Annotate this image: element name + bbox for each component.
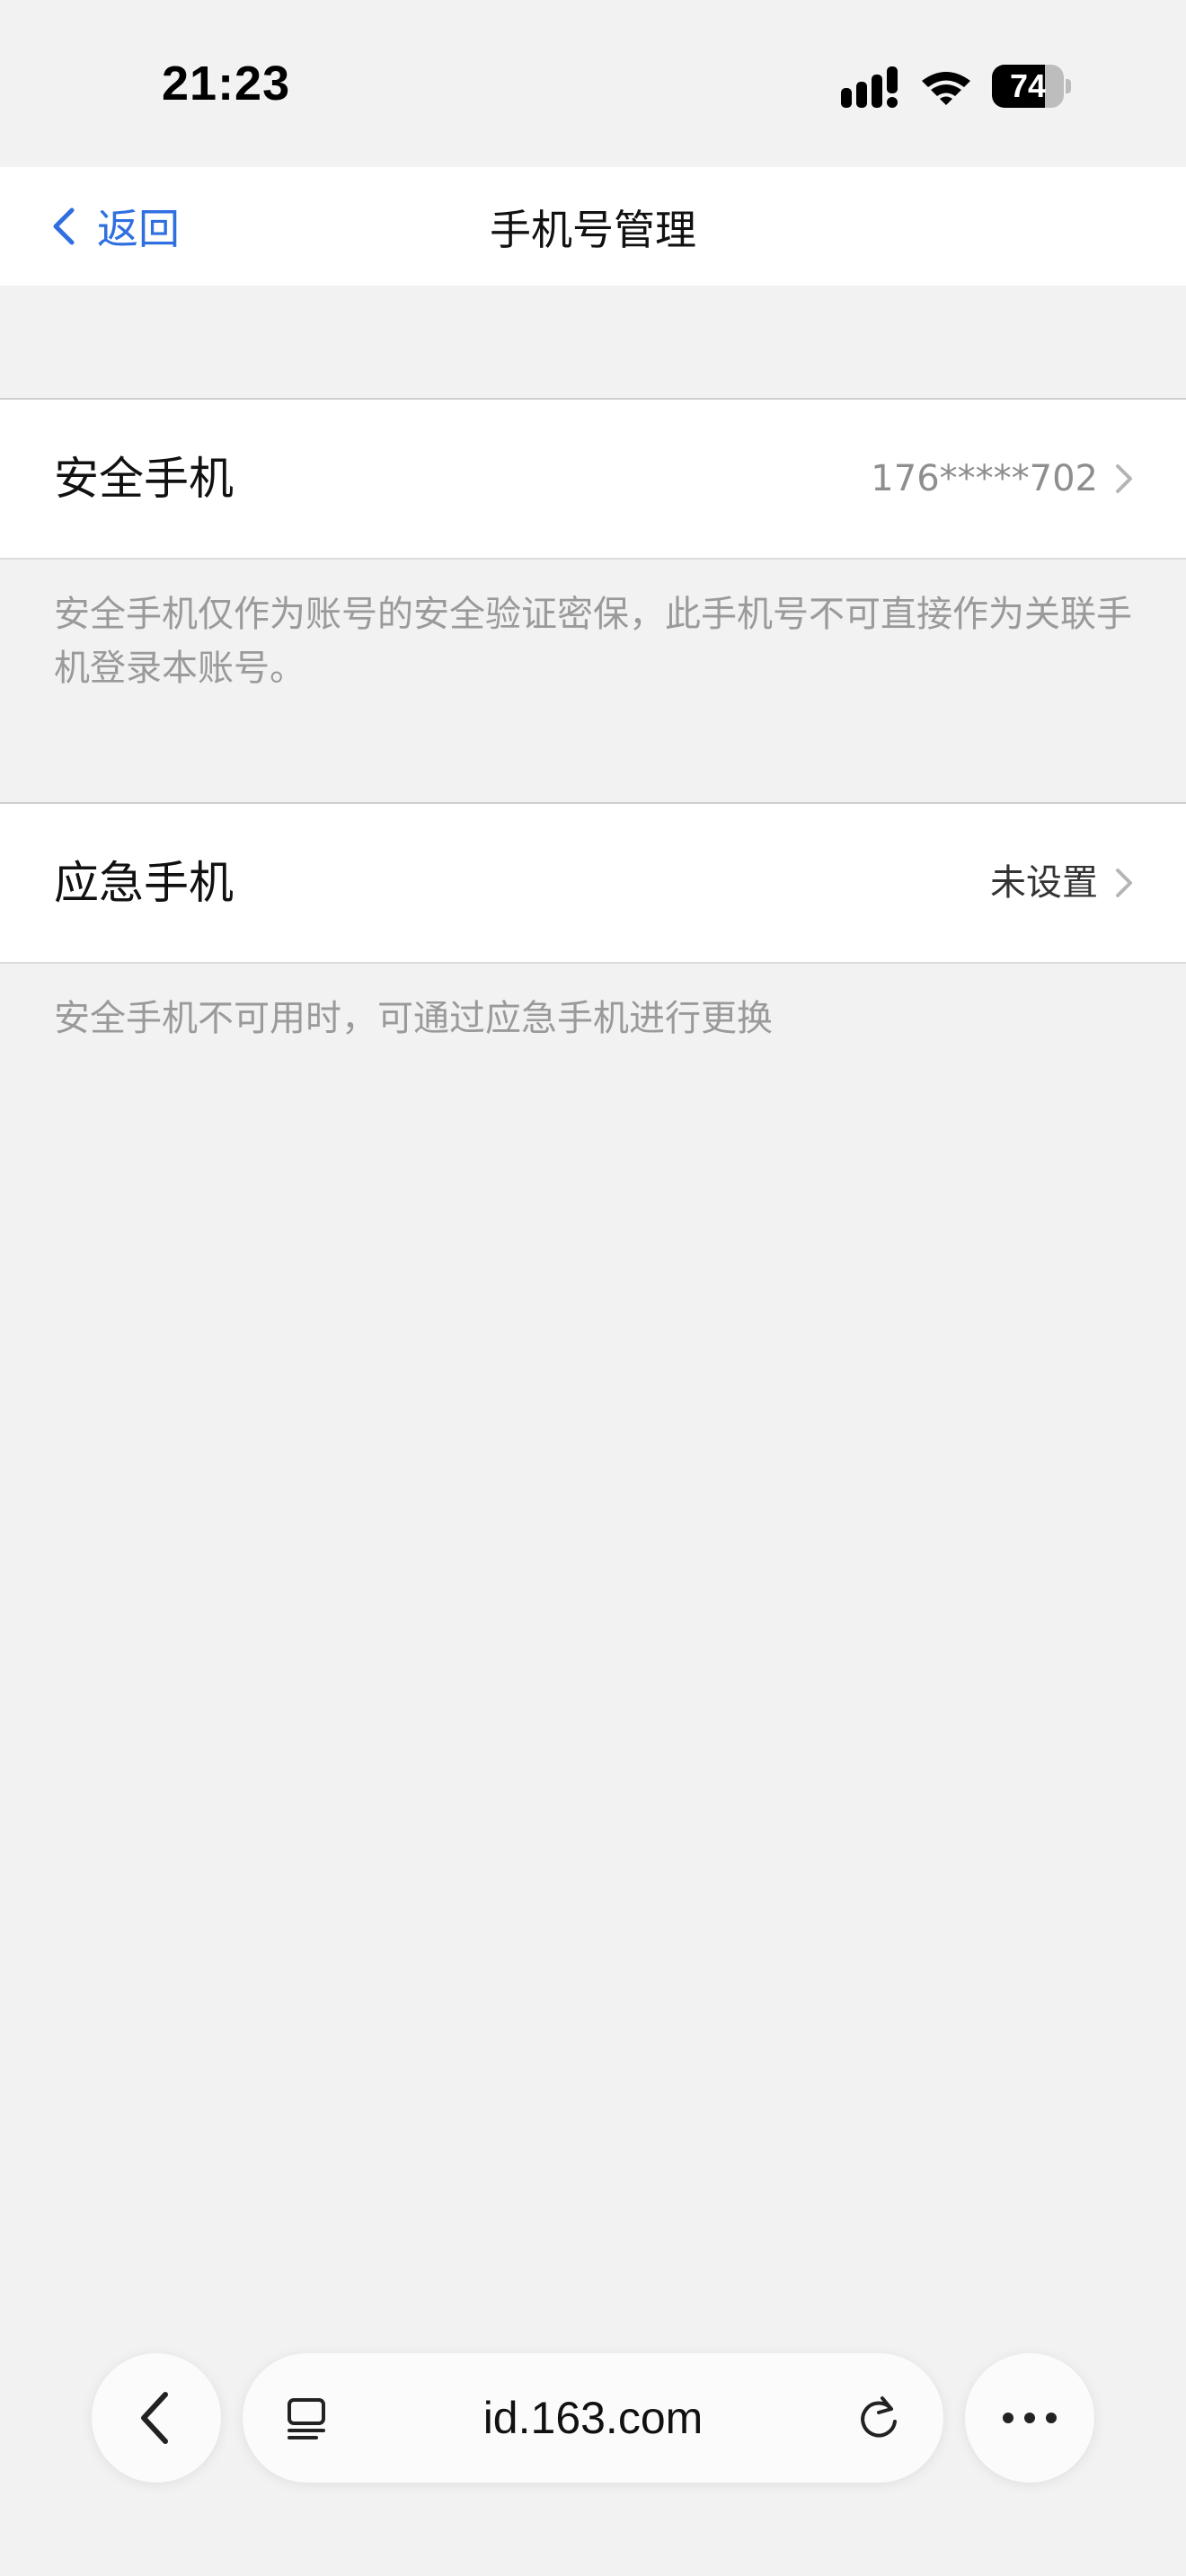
- browser-back-button[interactable]: [92, 2353, 221, 2483]
- status-time: 21:23: [162, 57, 291, 110]
- signal-icon: [841, 66, 898, 108]
- reload-icon[interactable]: [852, 2391, 906, 2445]
- battery-percent: 74: [1009, 67, 1047, 104]
- more-icon: [1003, 2413, 1057, 2423]
- emergency-phone-note: 安全手机不可用时，可通过应急手机进行更换: [54, 998, 773, 1039]
- security-phone-value: 176*****702: [871, 458, 1098, 499]
- url-text[interactable]: id.163.com: [377, 2353, 809, 2483]
- address-bar[interactable]: id.163.com: [243, 2353, 943, 2483]
- wifi-icon: [922, 72, 970, 105]
- tabs-icon[interactable]: [280, 2391, 334, 2445]
- emergency-phone-label: 应急手机: [54, 857, 234, 909]
- status-bar: 21:23 74: [0, 0, 1186, 167]
- chevron-right-icon: [1116, 869, 1132, 897]
- security-phone-row[interactable]: 安全手机 176*****702: [0, 398, 1186, 560]
- battery-body: 74: [992, 65, 1064, 108]
- security-phone-note: 安全手机仅作为账号的安全验证密保，此手机号不可直接作为关联手机登录本账号。: [54, 594, 1132, 689]
- nav-bar: 返回 手机号管理: [0, 167, 1186, 286]
- security-phone-label: 安全手机: [54, 453, 234, 505]
- back-icon: [141, 2392, 168, 2444]
- battery-cap: [1066, 79, 1071, 93]
- page-title: 手机号管理: [490, 206, 696, 254]
- emergency-phone-value: 未设置: [990, 862, 1098, 904]
- emergency-phone-row[interactable]: 应急手机 未设置: [0, 802, 1186, 964]
- more-button[interactable]: [965, 2353, 1094, 2483]
- battery-icon: 74: [992, 65, 1071, 108]
- chevron-right-icon: [1116, 464, 1132, 493]
- browser-toolbar: id.163.com: [0, 2348, 1186, 2483]
